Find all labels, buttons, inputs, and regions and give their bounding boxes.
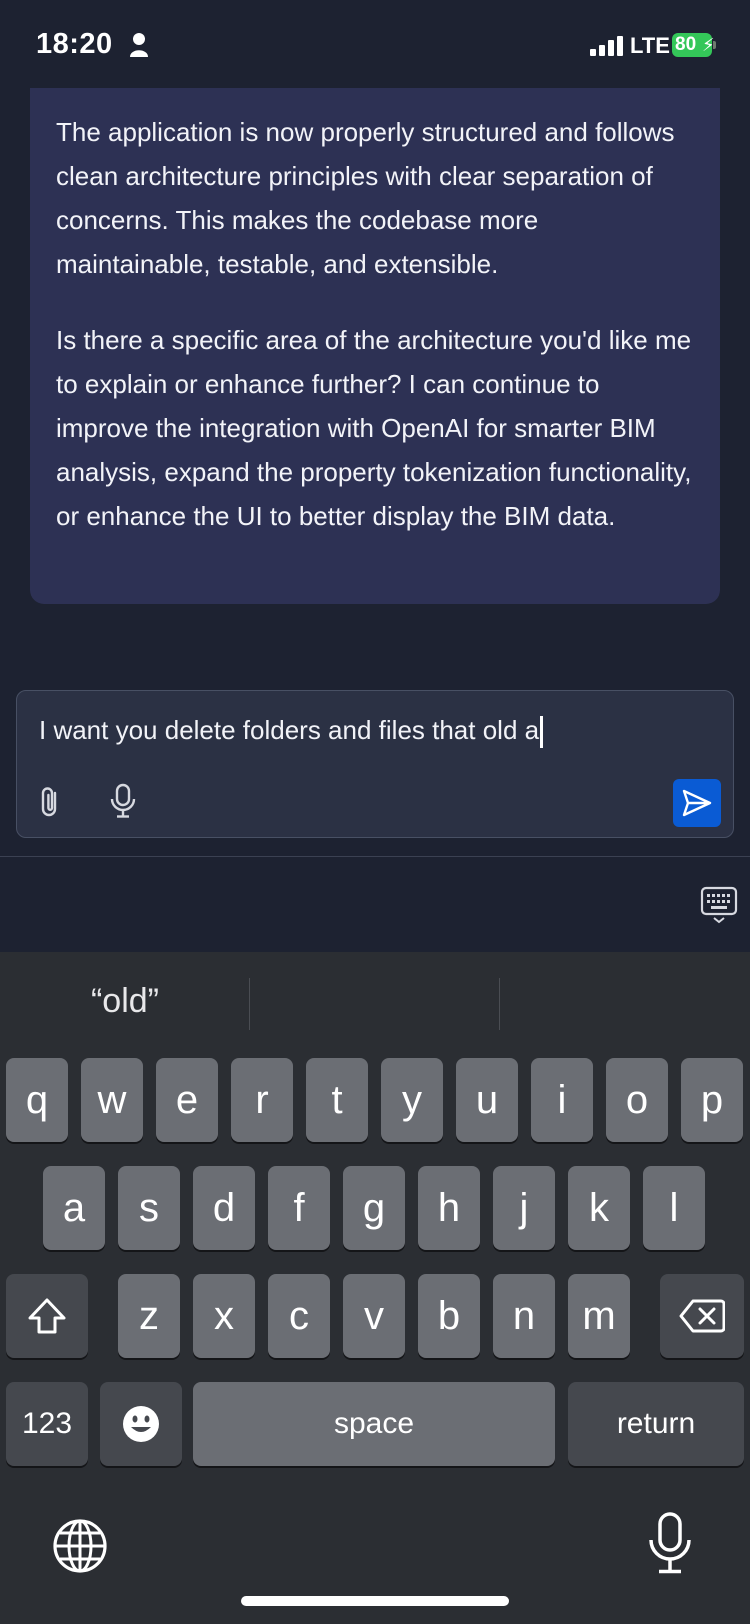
battery-level: 80 — [675, 34, 697, 55]
key-q[interactable]: q — [6, 1058, 68, 1142]
key-e[interactable]: e — [156, 1058, 218, 1142]
keyboard-toggle-icon[interactable] — [700, 886, 738, 924]
key-b[interactable]: b — [418, 1274, 480, 1358]
key-d[interactable]: d — [193, 1166, 255, 1250]
suggestion-bar: “old” — [0, 952, 750, 1052]
globe-icon[interactable] — [52, 1518, 108, 1574]
numbers-key[interactable]: 123 — [6, 1382, 88, 1466]
key-i[interactable]: i — [531, 1058, 593, 1142]
key-o[interactable]: o — [606, 1058, 668, 1142]
key-h[interactable]: h — [418, 1166, 480, 1250]
message-paragraph: Is there a specific area of the architec… — [56, 325, 692, 531]
space-key[interactable]: space — [193, 1382, 555, 1466]
assistant-message: The application is now properly structur… — [30, 88, 720, 604]
message-paragraph: The application is now properly structur… — [56, 117, 675, 279]
key-z[interactable]: z — [118, 1274, 180, 1358]
send-icon — [682, 789, 712, 817]
key-n[interactable]: n — [493, 1274, 555, 1358]
key-v[interactable]: v — [343, 1274, 405, 1358]
key-f[interactable]: f — [268, 1166, 330, 1250]
key-j[interactable]: j — [493, 1166, 555, 1250]
backspace-icon — [679, 1299, 725, 1333]
key-x[interactable]: x — [193, 1274, 255, 1358]
key-k[interactable]: k — [568, 1166, 630, 1250]
return-key[interactable]: return — [568, 1382, 744, 1466]
key-u[interactable]: u — [456, 1058, 518, 1142]
key-y[interactable]: y — [381, 1058, 443, 1142]
signal-bars-icon — [590, 36, 623, 56]
key-g[interactable]: g — [343, 1166, 405, 1250]
send-button[interactable] — [673, 779, 721, 827]
message-input[interactable]: I want you delete folders and files that… — [39, 715, 544, 749]
key-m[interactable]: m — [568, 1274, 630, 1358]
emoji-key[interactable] — [100, 1382, 182, 1466]
status-bar: 18:20 LTE 80 ⚡ — [0, 0, 750, 90]
status-time: 18:20 — [36, 28, 113, 60]
key-l[interactable]: l — [643, 1166, 705, 1250]
key-c[interactable]: c — [268, 1274, 330, 1358]
paperclip-icon[interactable] — [37, 785, 65, 819]
key-a[interactable]: a — [43, 1166, 105, 1250]
suggestion-item[interactable]: “old” — [0, 982, 250, 1021]
microphone-icon[interactable] — [648, 1512, 692, 1576]
divider — [0, 856, 750, 857]
delete-key[interactable] — [660, 1274, 744, 1358]
key-t[interactable]: t — [306, 1058, 368, 1142]
message-input-value: I want you delete folders and files that… — [39, 715, 540, 745]
network-type: LTE — [630, 33, 670, 58]
person-icon — [130, 33, 148, 57]
key-p[interactable]: p — [681, 1058, 743, 1142]
battery-indicator: 80 ⚡ — [672, 33, 716, 57]
keyboard: “old” q w e r t y u i o p a s d f g h j … — [0, 952, 750, 1624]
emoji-icon — [123, 1406, 159, 1442]
shift-icon — [28, 1298, 66, 1334]
key-s[interactable]: s — [118, 1166, 180, 1250]
message-composer[interactable]: I want you delete folders and files that… — [16, 690, 734, 838]
key-w[interactable]: w — [81, 1058, 143, 1142]
shift-key[interactable] — [6, 1274, 88, 1358]
home-indicator[interactable] — [241, 1596, 509, 1606]
key-r[interactable]: r — [231, 1058, 293, 1142]
text-caret — [540, 716, 544, 749]
microphone-icon[interactable] — [109, 783, 137, 819]
